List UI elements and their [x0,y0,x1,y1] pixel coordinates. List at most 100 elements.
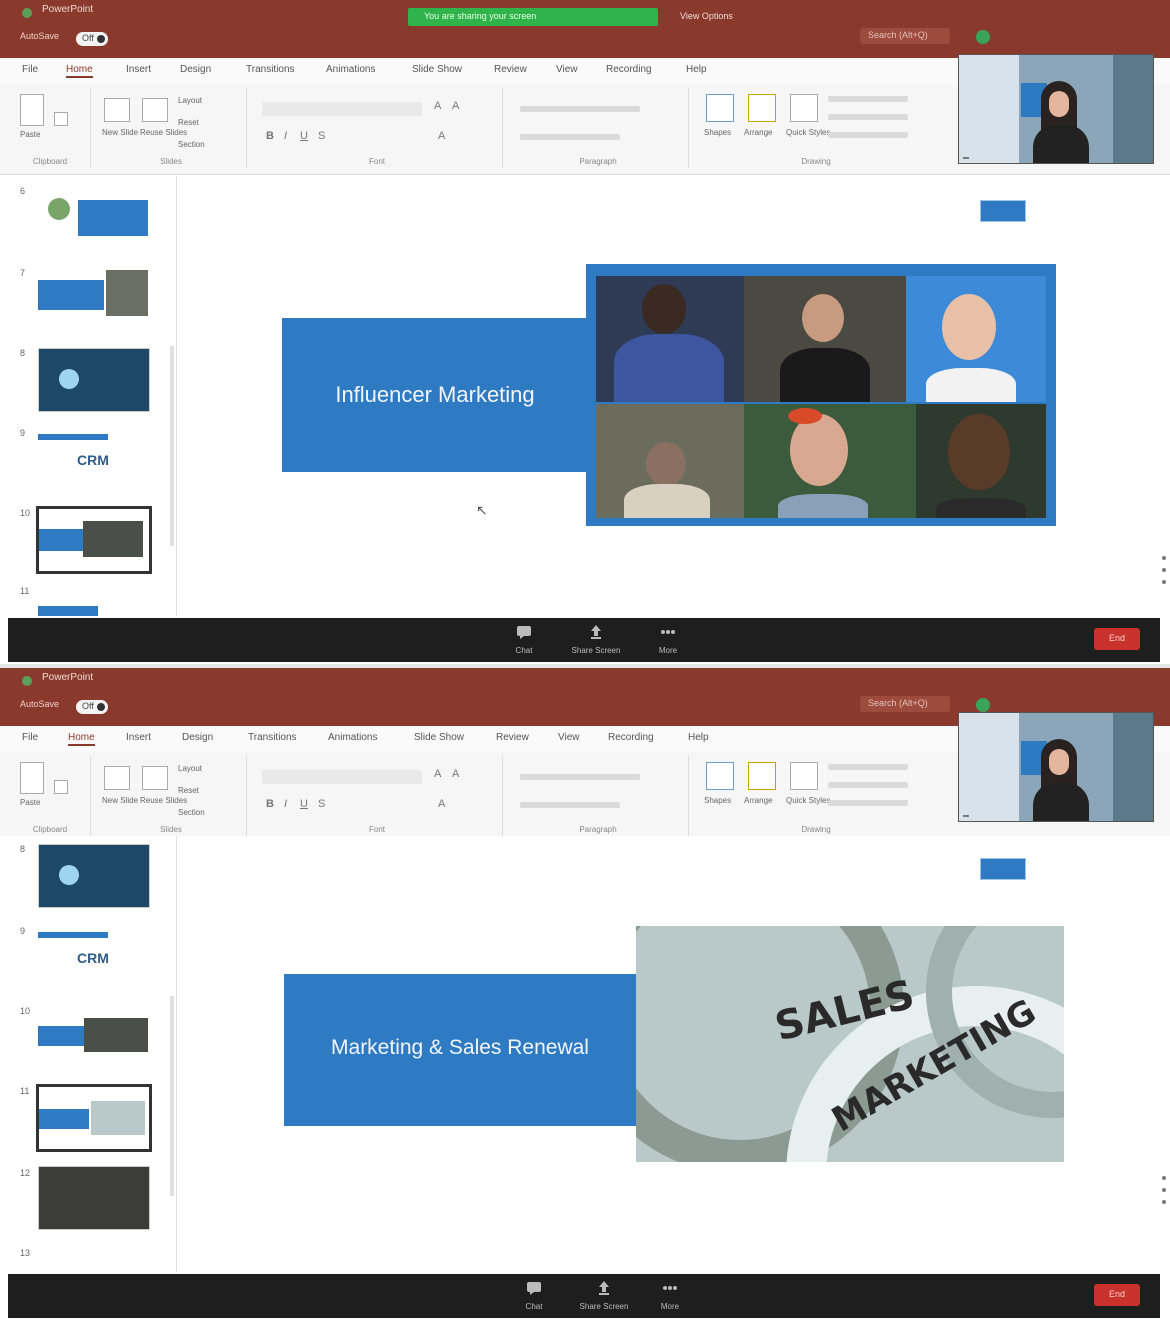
shrink-font-icon[interactable]: A [452,768,459,780]
reuse-slides-icon[interactable] [142,766,168,790]
search-box[interactable]: Search (Alt+Q) [860,696,950,712]
shrink-font-icon[interactable]: A [452,100,459,112]
tab-file[interactable]: File [22,732,38,743]
shape-fill[interactable] [828,96,908,102]
tab-recording[interactable]: Recording [608,732,654,743]
slide-canvas[interactable]: Influencer Marketing ↖ [280,176,1058,616]
end-meeting-button[interactable]: End [1094,628,1140,650]
share-screen-button[interactable]: Share Screen [574,1280,634,1314]
tab-transitions[interactable]: Transitions [246,64,295,75]
tab-transitions[interactable]: Transitions [248,732,297,743]
slide-thumbnail-panel[interactable]: 8 9 CRM 10 11 12 13 [0,836,177,1272]
webcam-video[interactable] [958,712,1154,822]
underline-icon[interactable]: U [300,798,308,810]
quick-styles-icon[interactable] [790,762,818,790]
tab-insert[interactable]: Insert [126,64,151,75]
layout-button[interactable]: Layout [178,764,202,773]
slide-thumbnail[interactable] [38,190,148,252]
font-name-box[interactable] [262,770,422,784]
shape-outline[interactable] [828,114,908,120]
font-color-icon[interactable]: A [438,798,445,810]
slide-thumbnail[interactable] [38,270,148,332]
autosave-toggle[interactable]: Off [76,32,108,46]
arrange-icon[interactable] [748,762,776,790]
align-buttons[interactable] [520,802,620,808]
strikethrough-icon[interactable]: S [318,130,325,142]
shape-outline[interactable] [828,782,908,788]
align-buttons[interactable] [520,134,620,140]
paste-icon[interactable] [20,762,44,794]
tab-insert[interactable]: Insert [126,732,151,743]
slide-thumbnail[interactable]: CRM [38,428,148,490]
slide-thumbnail[interactable]: CRM [38,926,148,988]
italic-icon[interactable]: I [284,130,287,142]
tab-design[interactable]: Design [180,64,211,75]
bold-icon[interactable]: B [266,130,274,142]
slide-thumbnail-selected[interactable] [36,506,152,574]
tab-home[interactable]: Home [66,64,93,78]
slide-canvas[interactable]: Marketing & Sales Renewal SALES MARKETIN… [280,836,1064,1272]
tab-view[interactable]: View [556,64,578,75]
tab-design[interactable]: Design [182,732,213,743]
section-button[interactable]: Section [178,808,205,817]
tab-home[interactable]: Home [68,732,95,746]
font-color-icon[interactable]: A [438,130,445,142]
slide-thumbnail-panel[interactable]: 6 7 8 9 CRM 10 11 [0,176,177,616]
tab-review[interactable]: Review [494,64,527,75]
tab-file[interactable]: File [22,64,38,75]
tab-animations[interactable]: Animations [328,732,377,743]
tab-slide-show[interactable]: Slide Show [412,64,462,75]
more-button[interactable]: More [640,1280,700,1314]
new-slide-icon[interactable] [104,98,130,122]
webcam-video[interactable] [958,54,1154,164]
quick-styles-icon[interactable] [790,94,818,122]
slide-thumbnail[interactable] [38,1004,148,1066]
slide-thumbnail[interactable] [38,1166,150,1230]
strikethrough-icon[interactable]: S [318,798,325,810]
search-box[interactable]: Search (Alt+Q) [860,28,950,44]
grow-font-icon[interactable]: A [434,100,441,112]
thumbnail-scrollbar[interactable] [170,996,174,1196]
tab-view[interactable]: View [558,732,580,743]
tab-slide-show[interactable]: Slide Show [414,732,464,743]
paste-icon[interactable] [20,94,44,126]
slide-thumbnail[interactable] [38,348,150,412]
more-button[interactable]: More [638,624,698,658]
arrange-icon[interactable] [748,94,776,122]
slide-thumbnail-selected[interactable] [36,1084,152,1152]
chat-button[interactable]: Chat [494,624,554,658]
reset-button[interactable]: Reset [178,786,199,795]
tab-recording[interactable]: Recording [606,64,652,75]
shape-fill[interactable] [828,764,908,770]
italic-icon[interactable]: I [284,798,287,810]
end-meeting-button[interactable]: End [1094,1284,1140,1306]
reset-button[interactable]: Reset [178,118,199,127]
tab-animations[interactable]: Animations [326,64,375,75]
slide-thumbnail[interactable] [38,844,150,908]
list-buttons[interactable] [520,774,640,780]
reuse-slides-icon[interactable] [142,98,168,122]
thumbnail-scrollbar[interactable] [170,346,174,546]
underline-icon[interactable]: U [300,130,308,142]
share-screen-button[interactable]: Share Screen [566,624,626,658]
shape-effects[interactable] [828,132,908,138]
copy-icon[interactable] [54,112,68,126]
autosave-toggle[interactable]: Off [76,700,108,714]
list-buttons[interactable] [520,106,640,112]
slide-thumbnail[interactable] [38,596,148,616]
new-slide-icon[interactable] [104,766,130,790]
grow-font-icon[interactable]: A [434,768,441,780]
tab-help[interactable]: Help [686,64,707,75]
shapes-icon[interactable] [706,94,734,122]
view-options-button[interactable]: View Options [680,11,733,21]
shape-effects[interactable] [828,800,908,806]
tab-help[interactable]: Help [688,732,709,743]
bold-icon[interactable]: B [266,798,274,810]
layout-button[interactable]: Layout [178,96,202,105]
section-button[interactable]: Section [178,140,205,149]
tab-review[interactable]: Review [496,732,529,743]
font-name-box[interactable] [262,102,422,116]
chat-button[interactable]: Chat [504,1280,564,1314]
shapes-icon[interactable] [706,762,734,790]
copy-icon[interactable] [54,780,68,794]
